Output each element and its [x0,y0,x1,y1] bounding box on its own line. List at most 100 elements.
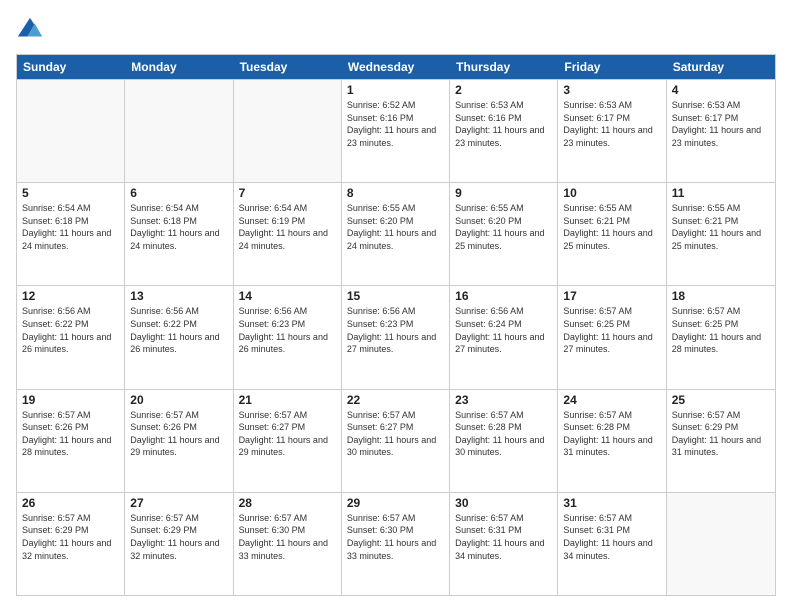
calendar-cell: 15 Sunrise: 6:56 AM Sunset: 6:23 PM Dayli… [342,286,450,388]
calendar-cell: 4 Sunrise: 6:53 AM Sunset: 6:17 PM Daylig… [667,80,775,182]
cell-info: Sunrise: 6:52 AM Sunset: 6:16 PM Dayligh… [347,99,444,149]
cell-date: 23 [455,393,552,407]
cell-info: Sunrise: 6:57 AM Sunset: 6:31 PM Dayligh… [455,512,552,562]
cell-date: 27 [130,496,227,510]
day-headers: SundayMondayTuesdayWednesdayThursdayFrid… [17,55,775,79]
calendar-cell [17,80,125,182]
cell-date: 18 [672,289,770,303]
cell-info: Sunrise: 6:56 AM Sunset: 6:23 PM Dayligh… [239,305,336,355]
logo [16,16,48,44]
header [16,16,776,44]
cell-date: 21 [239,393,336,407]
cell-info: Sunrise: 6:57 AM Sunset: 6:30 PM Dayligh… [239,512,336,562]
cell-date: 29 [347,496,444,510]
calendar-cell: 13 Sunrise: 6:56 AM Sunset: 6:22 PM Dayli… [125,286,233,388]
cell-info: Sunrise: 6:57 AM Sunset: 6:26 PM Dayligh… [22,409,119,459]
calendar-cell: 20 Sunrise: 6:57 AM Sunset: 6:26 PM Dayli… [125,390,233,492]
cell-info: Sunrise: 6:57 AM Sunset: 6:30 PM Dayligh… [347,512,444,562]
cell-date: 15 [347,289,444,303]
cell-info: Sunrise: 6:57 AM Sunset: 6:28 PM Dayligh… [455,409,552,459]
cell-date: 2 [455,83,552,97]
cell-info: Sunrise: 6:57 AM Sunset: 6:31 PM Dayligh… [563,512,660,562]
calendar-cell: 29 Sunrise: 6:57 AM Sunset: 6:30 PM Dayli… [342,493,450,595]
calendar-cell: 2 Sunrise: 6:53 AM Sunset: 6:16 PM Daylig… [450,80,558,182]
calendar-cell: 27 Sunrise: 6:57 AM Sunset: 6:29 PM Dayli… [125,493,233,595]
calendar-cell [125,80,233,182]
calendar-cell: 6 Sunrise: 6:54 AM Sunset: 6:18 PM Daylig… [125,183,233,285]
cell-info: Sunrise: 6:57 AM Sunset: 6:25 PM Dayligh… [563,305,660,355]
cell-date: 17 [563,289,660,303]
day-header-monday: Monday [125,55,233,79]
cell-info: Sunrise: 6:57 AM Sunset: 6:26 PM Dayligh… [130,409,227,459]
cell-info: Sunrise: 6:55 AM Sunset: 6:20 PM Dayligh… [347,202,444,252]
cell-info: Sunrise: 6:54 AM Sunset: 6:18 PM Dayligh… [130,202,227,252]
calendar-cell: 21 Sunrise: 6:57 AM Sunset: 6:27 PM Dayli… [234,390,342,492]
calendar-cell: 8 Sunrise: 6:55 AM Sunset: 6:20 PM Daylig… [342,183,450,285]
day-header-thursday: Thursday [450,55,558,79]
logo-icon [16,16,44,44]
calendar-row: 19 Sunrise: 6:57 AM Sunset: 6:26 PM Dayli… [17,389,775,492]
cell-info: Sunrise: 6:56 AM Sunset: 6:23 PM Dayligh… [347,305,444,355]
cell-date: 26 [22,496,119,510]
cell-date: 13 [130,289,227,303]
calendar-row: 26 Sunrise: 6:57 AM Sunset: 6:29 PM Dayli… [17,492,775,595]
calendar-cell: 31 Sunrise: 6:57 AM Sunset: 6:31 PM Dayli… [558,493,666,595]
calendar-cell: 5 Sunrise: 6:54 AM Sunset: 6:18 PM Daylig… [17,183,125,285]
cell-date: 3 [563,83,660,97]
calendar-cell: 7Sunrise: 6:54 AM Sunset: 6:19 PM Daylig… [234,183,342,285]
cell-date: 24 [563,393,660,407]
cell-info: Sunrise: 6:53 AM Sunset: 6:16 PM Dayligh… [455,99,552,149]
cell-date: 1 [347,83,444,97]
cell-date: 19 [22,393,119,407]
calendar-row: 12Sunrise: 6:56 AM Sunset: 6:22 PM Dayli… [17,285,775,388]
calendar-cell: 18 Sunrise: 6:57 AM Sunset: 6:25 PM Dayli… [667,286,775,388]
cell-date: 16 [455,289,552,303]
cell-date: 14 [239,289,336,303]
calendar: SundayMondayTuesdayWednesdayThursdayFrid… [16,54,776,596]
calendar-cell: 19 Sunrise: 6:57 AM Sunset: 6:26 PM Dayli… [17,390,125,492]
calendar-cell: 1 Sunrise: 6:52 AM Sunset: 6:16 PM Daylig… [342,80,450,182]
calendar-cell: 22 Sunrise: 6:57 AM Sunset: 6:27 PM Dayli… [342,390,450,492]
cell-info: Sunrise: 6:55 AM Sunset: 6:21 PM Dayligh… [563,202,660,252]
calendar-cell: 30 Sunrise: 6:57 AM Sunset: 6:31 PM Dayli… [450,493,558,595]
cell-info: Sunrise: 6:57 AM Sunset: 6:27 PM Dayligh… [347,409,444,459]
calendar-cell: 25Sunrise: 6:57 AM Sunset: 6:29 PM Dayli… [667,390,775,492]
cell-date: 28 [239,496,336,510]
cell-info: Sunrise: 6:57 AM Sunset: 6:29 PM Dayligh… [130,512,227,562]
cell-info: Sunrise: 6:55 AM Sunset: 6:20 PM Dayligh… [455,202,552,252]
calendar-cell: 3Sunrise: 6:53 AM Sunset: 6:17 PM Daylig… [558,80,666,182]
day-header-friday: Friday [558,55,666,79]
page: SundayMondayTuesdayWednesdayThursdayFrid… [0,0,792,612]
calendar-grid: 1 Sunrise: 6:52 AM Sunset: 6:16 PM Daylig… [17,79,775,595]
calendar-cell [667,493,775,595]
day-header-sunday: Sunday [17,55,125,79]
cell-date: 11 [672,186,770,200]
cell-info: Sunrise: 6:53 AM Sunset: 6:17 PM Dayligh… [672,99,770,149]
cell-date: 8 [347,186,444,200]
calendar-cell: 26 Sunrise: 6:57 AM Sunset: 6:29 PM Dayli… [17,493,125,595]
calendar-cell: 28 Sunrise: 6:57 AM Sunset: 6:30 PM Dayli… [234,493,342,595]
cell-info: Sunrise: 6:57 AM Sunset: 6:25 PM Dayligh… [672,305,770,355]
cell-date: 30 [455,496,552,510]
cell-info: Sunrise: 6:56 AM Sunset: 6:22 PM Dayligh… [22,305,119,355]
cell-date: 7 [239,186,336,200]
calendar-cell: 12Sunrise: 6:56 AM Sunset: 6:22 PM Dayli… [17,286,125,388]
calendar-cell: 24 Sunrise: 6:57 AM Sunset: 6:28 PM Dayli… [558,390,666,492]
cell-date: 25 [672,393,770,407]
cell-date: 4 [672,83,770,97]
cell-info: Sunrise: 6:57 AM Sunset: 6:27 PM Dayligh… [239,409,336,459]
calendar-row: 1 Sunrise: 6:52 AM Sunset: 6:16 PM Daylig… [17,79,775,182]
cell-info: Sunrise: 6:54 AM Sunset: 6:18 PM Dayligh… [22,202,119,252]
cell-info: Sunrise: 6:57 AM Sunset: 6:29 PM Dayligh… [22,512,119,562]
cell-info: Sunrise: 6:56 AM Sunset: 6:22 PM Dayligh… [130,305,227,355]
calendar-row: 5 Sunrise: 6:54 AM Sunset: 6:18 PM Daylig… [17,182,775,285]
cell-date: 20 [130,393,227,407]
cell-date: 31 [563,496,660,510]
cell-info: Sunrise: 6:57 AM Sunset: 6:28 PM Dayligh… [563,409,660,459]
cell-date: 6 [130,186,227,200]
cell-date: 5 [22,186,119,200]
cell-date: 22 [347,393,444,407]
calendar-cell: 17 Sunrise: 6:57 AM Sunset: 6:25 PM Dayli… [558,286,666,388]
calendar-cell [234,80,342,182]
calendar-cell: 16Sunrise: 6:56 AM Sunset: 6:24 PM Dayli… [450,286,558,388]
